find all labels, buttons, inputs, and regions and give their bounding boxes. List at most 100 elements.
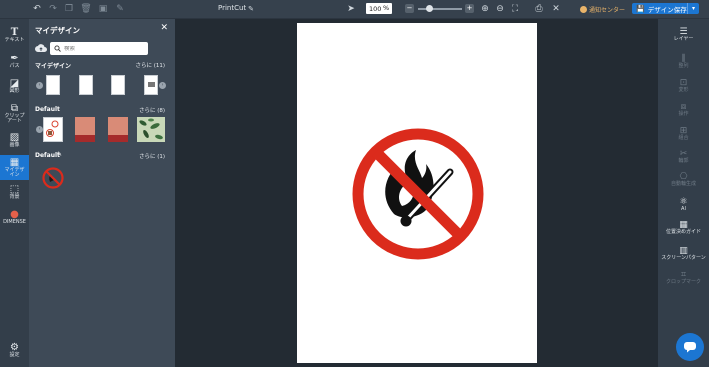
- see-more-link[interactable]: さらに (1): [139, 152, 165, 160]
- redo-icon[interactable]: ↷: [47, 3, 59, 15]
- sidebar-item-shapes[interactable]: ◪ 図形: [0, 78, 29, 94]
- zoom-slider-handle[interactable]: [425, 5, 433, 12]
- zoom-value: 100: [369, 4, 382, 13]
- notification-label: 通知センター: [589, 7, 626, 14]
- edit-title-icon[interactable]: ✎: [245, 3, 257, 15]
- rightbar-item-align[interactable]: ⫼ 整列: [658, 54, 709, 69]
- section-title: Default: [35, 106, 60, 113]
- fit-screen-icon[interactable]: ⛶: [509, 3, 521, 15]
- sidebar-item-label: DIMENSE: [3, 219, 26, 225]
- rightbar-item-label: 操作: [678, 111, 689, 117]
- undo-icon[interactable]: ↶: [31, 3, 43, 15]
- cursor-icon[interactable]: ➤: [345, 3, 357, 15]
- zoom-unit: %: [383, 4, 390, 12]
- cloud-upload-icon[interactable]: [35, 43, 47, 53]
- see-more-link[interactable]: さらに (11): [135, 61, 165, 69]
- design-thumbnail[interactable]: [144, 75, 158, 95]
- rightbar-item-crop-marks[interactable]: ⌗ クロップマーク: [658, 270, 709, 285]
- pen-icon[interactable]: ✎: [114, 3, 126, 15]
- design-thumbnail[interactable]: [108, 117, 128, 142]
- zoom-in-icon[interactable]: ⊕: [479, 3, 491, 15]
- rightbar-item-cut[interactable]: ✂ 輪郭: [658, 149, 709, 164]
- sidebar-item-background[interactable]: ⬚ 背景: [0, 184, 29, 200]
- rightbar-item-group[interactable]: ⊞ 組合: [658, 126, 709, 141]
- rightbar-item-label: スクリーンパターン: [661, 255, 706, 261]
- sidebar-item-label: 背景: [9, 194, 20, 200]
- rightbar-item-layers[interactable]: ☰ レイヤー: [658, 27, 709, 42]
- no-fire-sign[interactable]: [350, 126, 486, 262]
- sidebar-item-my-design[interactable]: ▦ マイデザイン: [0, 155, 29, 180]
- section-title: マイデザイン: [35, 63, 72, 70]
- rightbar-item-guides[interactable]: ▦ 位置決めガイド: [658, 220, 709, 235]
- search-icon: [54, 45, 61, 52]
- thumbnail-band: [75, 135, 95, 142]
- rightbar-item-label: 位置決めガイド: [665, 229, 701, 235]
- save-icon: 💾: [636, 4, 645, 13]
- chat-button[interactable]: [676, 333, 704, 361]
- sidebar-item-images[interactable]: ▨ 画像: [0, 132, 29, 148]
- design-thumbnail[interactable]: [41, 166, 65, 190]
- image-edit-icon[interactable]: ▣: [97, 3, 109, 15]
- sidebar-item-label: 設定: [9, 352, 20, 358]
- chevron-down-icon[interactable]: ▾: [687, 3, 699, 14]
- design-canvas-area[interactable]: [175, 19, 658, 367]
- design-thumbnail[interactable]: [75, 117, 95, 142]
- trash-icon[interactable]: 🗑: [80, 3, 92, 15]
- bell-icon: [580, 6, 587, 13]
- sidebar-item-text[interactable]: T テキスト: [0, 27, 29, 43]
- chat-icon: [684, 342, 696, 353]
- close-icon[interactable]: ✕: [160, 23, 168, 33]
- sidebar-item-label: クリップアート: [4, 113, 25, 125]
- sidebar-item-clipart[interactable]: ⧉ クリップアート: [0, 103, 29, 125]
- zoom-out-icon[interactable]: ⊖: [494, 3, 506, 15]
- document-title[interactable]: PrintCut: [218, 4, 246, 12]
- copy-icon[interactable]: ❐: [63, 3, 75, 15]
- design-thumbnail[interactable]: [46, 75, 60, 95]
- rightbar-item-label: クロップマーク: [665, 279, 701, 285]
- sidebar-item-dimense[interactable]: ● DIMENSE: [0, 209, 29, 225]
- design-thumbnail[interactable]: [137, 117, 165, 142]
- chevron-left-icon[interactable]: ‹: [36, 126, 43, 133]
- search-box[interactable]: [50, 42, 148, 55]
- search-input[interactable]: [64, 45, 144, 52]
- sidebar-item-label: マイデザイン: [4, 167, 25, 179]
- rightbar-item-auto-gen[interactable]: ⎔ 自動輪生成: [658, 172, 709, 187]
- rightbar-item-label: 組合: [678, 135, 689, 141]
- save-design-button[interactable]: 💾 デザイン保存 ▾: [632, 3, 699, 14]
- leaf-pattern: [139, 118, 163, 140]
- design-page[interactable]: [297, 23, 537, 363]
- rightbar-item-operations[interactable]: ⧈ 操作: [658, 102, 709, 117]
- zoom-slider[interactable]: [418, 8, 462, 10]
- rightbar-item-label: 自動輪生成: [670, 181, 696, 187]
- sidebar-item-path[interactable]: ✒ パス: [0, 53, 29, 69]
- print-icon[interactable]: ⎙: [533, 3, 545, 15]
- design-thumbnail[interactable]: [43, 117, 63, 142]
- rightbar-item-label: レイヤー: [673, 36, 694, 42]
- sidebar-item-label: 画像: [9, 142, 20, 148]
- my-design-panel: マイデザイン ✕ マイデザイン さらに (11) ‹ › Default さらに…: [29, 19, 175, 367]
- design-thumbnail[interactable]: [79, 75, 93, 95]
- rightbar-item-screen-pattern[interactable]: ▥ スクリーンパターン: [658, 246, 709, 261]
- rightbar-item-transform[interactable]: ⊡ 変形: [658, 78, 709, 93]
- design-thumbnail[interactable]: [111, 75, 125, 95]
- sidebar-item-settings[interactable]: ⚙ 設定: [0, 342, 29, 358]
- top-toolbar: ↶ ↷ ❐ 🗑 ▣ ✎ PrintCut ✎ ➤ 100 % − + ⊕ ⊖ ⛶…: [0, 0, 709, 19]
- chevron-right-icon[interactable]: ›: [159, 82, 166, 89]
- rightbar-item-label: 変形: [678, 87, 689, 93]
- zoom-in-button[interactable]: +: [465, 4, 474, 13]
- edit-folder-icon[interactable]: ✎: [57, 151, 62, 158]
- sidebar-item-label: パス: [9, 63, 20, 69]
- notification-center[interactable]: 通知センター: [580, 5, 625, 14]
- save-label: デザイン保存: [647, 5, 687, 14]
- see-more-link[interactable]: さらに (8): [139, 106, 165, 114]
- left-sidebar: T テキスト ✒ パス ◪ 図形 ⧉ クリップアート ▨ 画像 ▦ マイデザイン…: [0, 19, 29, 367]
- sidebar-item-label: テキスト: [4, 37, 25, 43]
- rightbar-item-label: 輪郭: [678, 158, 689, 164]
- close-icon[interactable]: ✕: [550, 3, 562, 15]
- rightbar-item-ai[interactable]: ⚛ AI: [658, 197, 709, 212]
- rightbar-item-label: AI: [681, 206, 686, 212]
- chevron-left-icon[interactable]: ‹: [36, 82, 43, 89]
- thumbnail-art: [46, 120, 59, 137]
- thumbnail-image: [148, 82, 155, 87]
- zoom-out-button[interactable]: −: [405, 4, 414, 13]
